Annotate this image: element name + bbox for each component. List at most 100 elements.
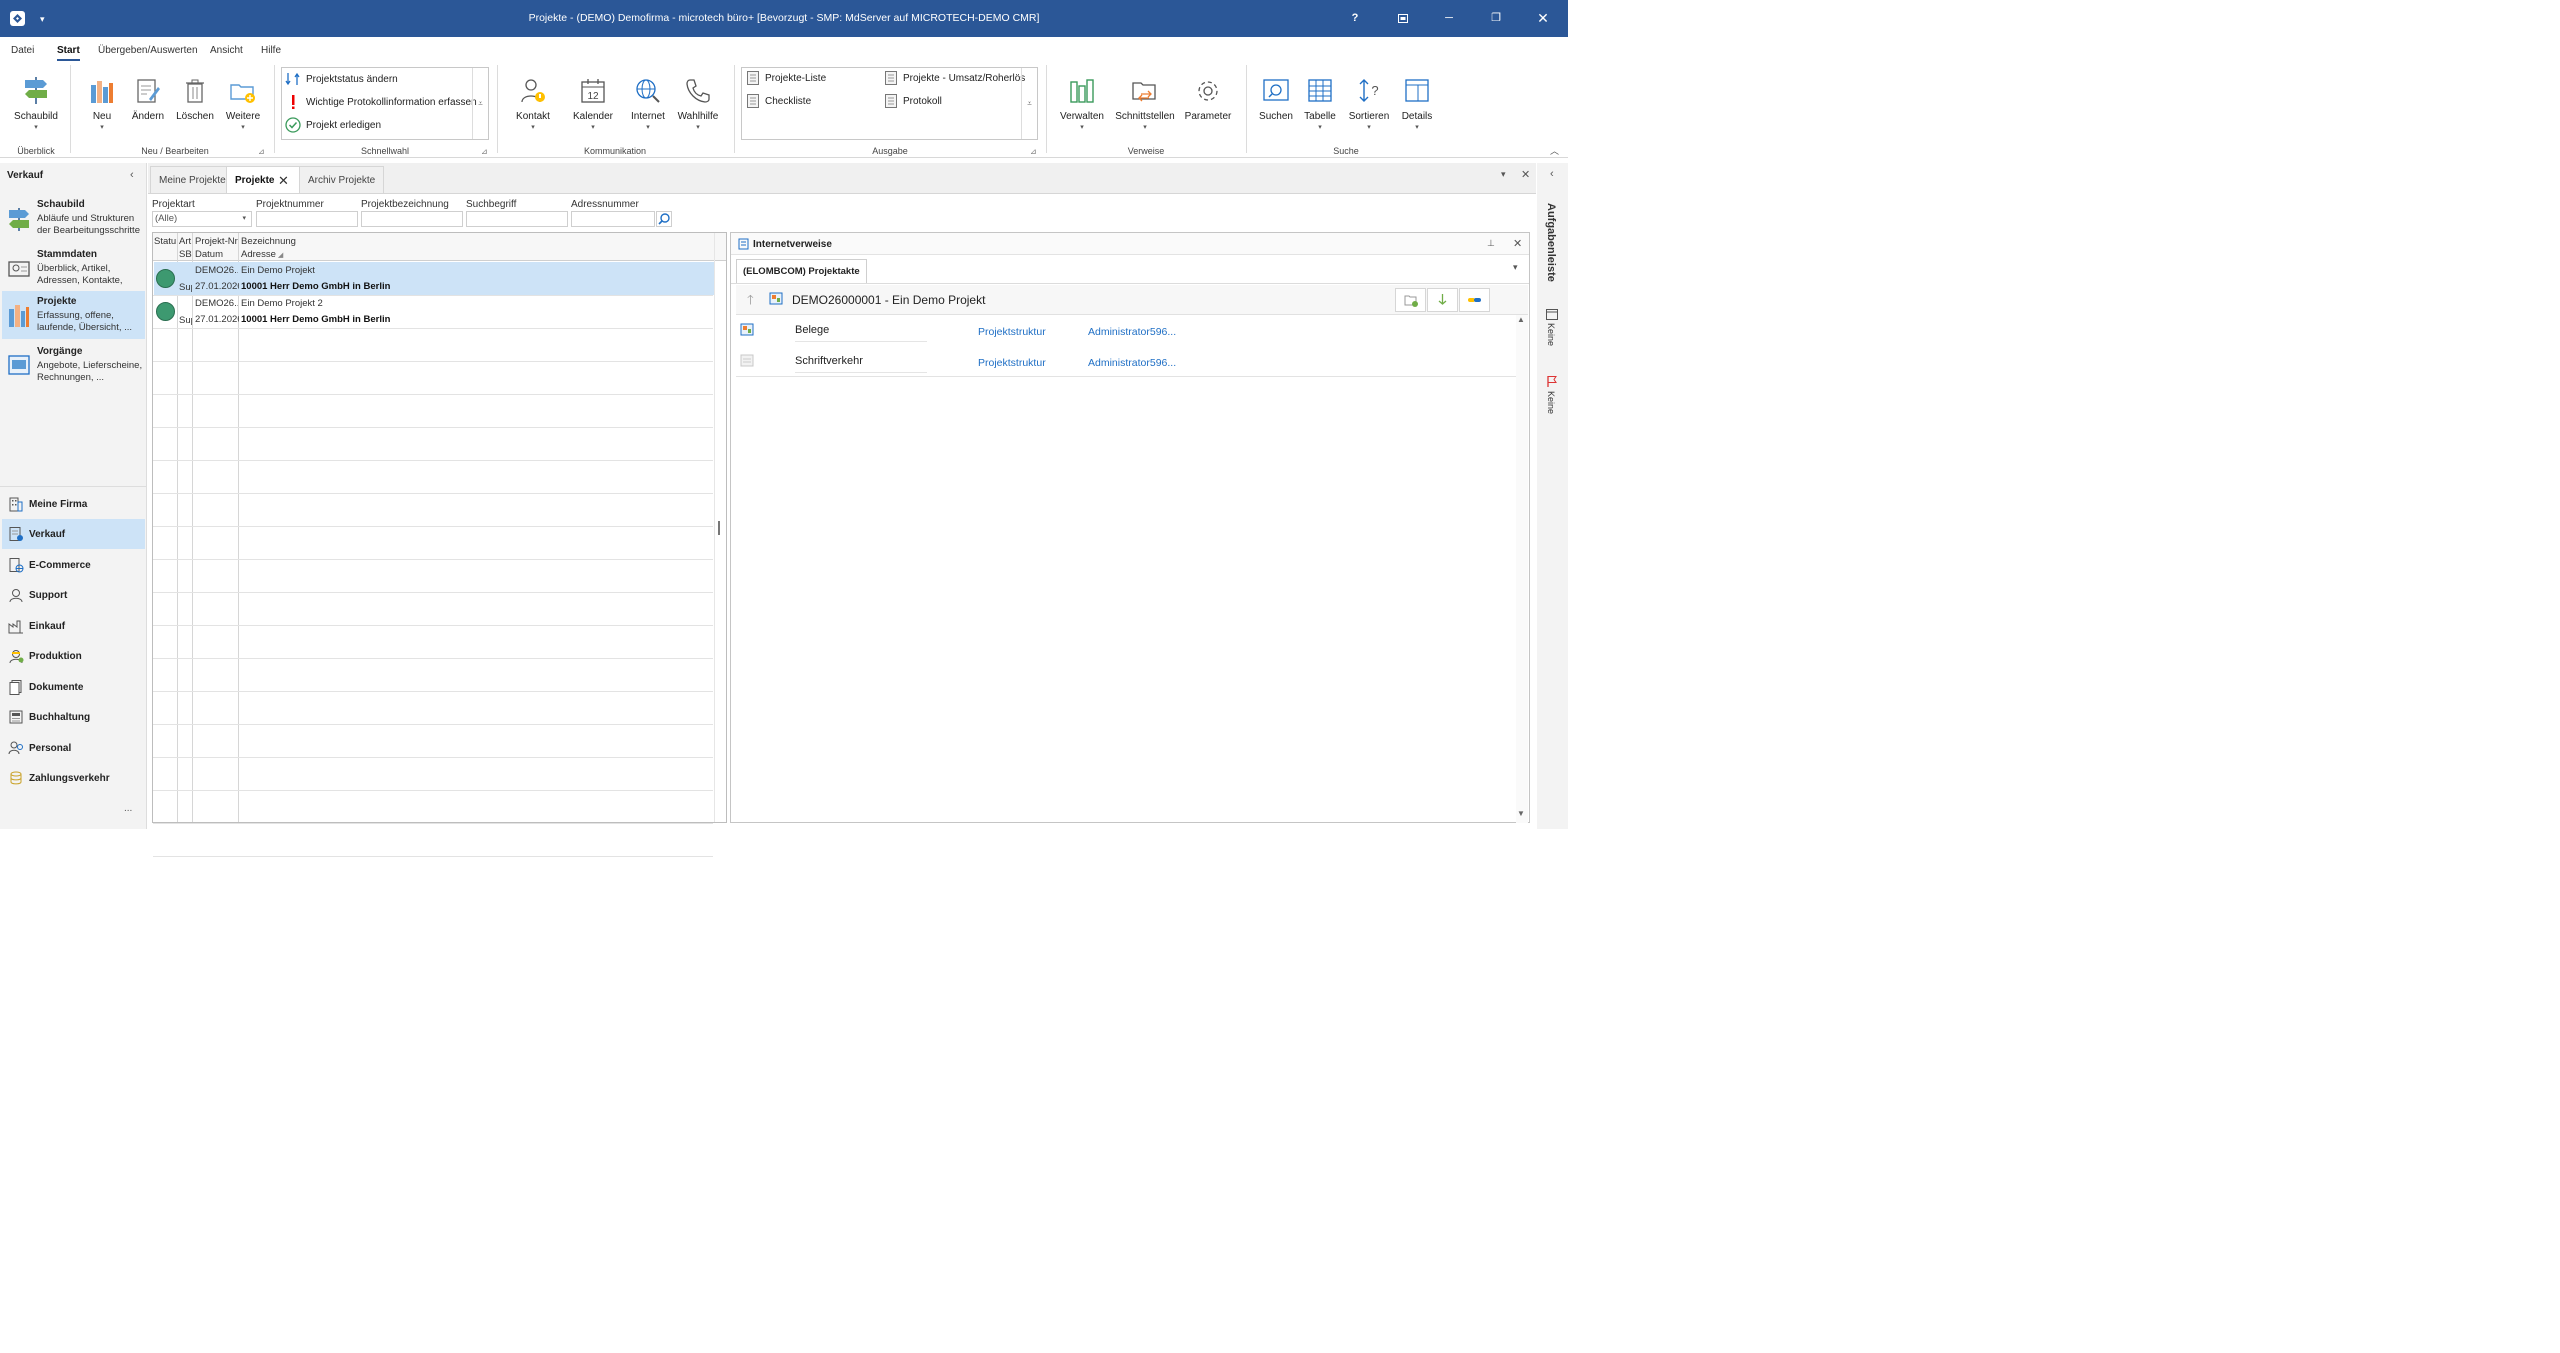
close-panel-icon[interactable]: ✕	[1513, 237, 1522, 250]
menu-uebergeben-auswerten[interactable]: Übergeben/Auswerten	[98, 37, 198, 61]
protokoll-item[interactable]: Protokoll	[884, 93, 942, 109]
col-status[interactable]: Status	[154, 235, 176, 248]
parameter-button[interactable]: Parameter	[1184, 77, 1232, 122]
schriftverkehr-label[interactable]: Schriftverkehr	[795, 355, 863, 367]
nav-item-schaubild[interactable]: Schaubild Abläufe und Strukturen der Bea…	[2, 194, 145, 242]
col-bezeichnung[interactable]: Bezeichnung	[241, 235, 296, 248]
belege-label[interactable]: Belege	[795, 324, 829, 336]
up-arrow-icon[interactable]: 🡑	[747, 291, 754, 313]
help-button[interactable]: ?	[1332, 0, 1378, 37]
sort-icon: ?	[1359, 79, 1379, 102]
collapse-ribbon-icon[interactable]: ︿	[1550, 144, 1559, 157]
ausgabe-more-icon[interactable]: ⩡	[1021, 68, 1037, 139]
tab-projekte[interactable]: Projekte ✕	[226, 166, 304, 194]
module-dokumente[interactable]: Dokumente	[2, 672, 145, 702]
aufgabenleiste-label[interactable]: Aufgabenleiste	[1545, 203, 1557, 282]
minimize-button[interactable]: ─	[1426, 0, 1472, 37]
module-produktion[interactable]: Produktion	[2, 641, 145, 671]
neu-button[interactable]: Neu ▾	[84, 77, 120, 131]
link-button[interactable]	[1459, 288, 1490, 312]
restore-button[interactable]: ❐	[1473, 0, 1519, 37]
tab-meine-projekte[interactable]: Meine Projekte	[150, 166, 235, 193]
internet-button[interactable]: Internet ▾	[628, 77, 668, 131]
scroll-up-icon[interactable]: ▲	[1517, 315, 1525, 324]
projekte-liste-item[interactable]: Projekte-Liste	[746, 70, 826, 86]
schriftverkehr-administrator-link[interactable]: Administrator596...	[1088, 357, 1176, 369]
keine-label-2[interactable]: Keine	[1546, 391, 1556, 414]
tabelle-button[interactable]: Tabelle ▾	[1300, 77, 1340, 131]
exclamation-icon	[292, 95, 295, 109]
ausgabe-launcher-icon[interactable]: ⊿	[1030, 147, 1037, 156]
module-personal[interactable]: Personal	[2, 733, 145, 763]
panel-tab-dropdown-icon[interactable]: ▾	[1513, 262, 1518, 273]
schriftverkehr-projektstruktur-link[interactable]: Projektstruktur	[978, 357, 1046, 369]
module-buchhaltung[interactable]: Buchhaltung	[2, 702, 145, 732]
tab-archiv-projekte[interactable]: Archiv Projekte	[299, 166, 385, 193]
adressnummer-input[interactable]	[571, 211, 655, 227]
suchbegriff-input[interactable]	[466, 211, 568, 227]
add-folder-button[interactable]	[1395, 288, 1426, 312]
download-button[interactable]	[1427, 288, 1458, 312]
col-sb[interactable]: SB	[179, 248, 192, 261]
col-datum[interactable]: Datum	[195, 248, 223, 261]
tabs-dropdown-icon[interactable]: ▾	[1501, 169, 1506, 180]
col-art[interactable]: Art	[179, 235, 191, 248]
weitere-button[interactable]: Weitere ▾	[224, 77, 262, 131]
sortieren-button[interactable]: ? Sortieren ▾	[1346, 77, 1392, 131]
projektnummer-input[interactable]	[256, 211, 358, 227]
search-icon[interactable]	[656, 211, 672, 227]
details-button[interactable]: Details ▾	[1398, 77, 1436, 131]
panel-tab[interactable]: (ELOMBCOM) Projektakte	[736, 259, 867, 283]
belege-projektstruktur-link[interactable]: Projektstruktur	[978, 326, 1046, 338]
col-projekt-nr[interactable]: Projekt-Nr	[195, 235, 238, 248]
ribbon-display-icon[interactable]	[1380, 0, 1426, 37]
contact-person-icon	[521, 79, 545, 103]
projektart-select[interactable]: (Alle) ▾	[152, 211, 252, 227]
col-adresse[interactable]: Adresse ◢	[241, 248, 283, 262]
module-meine-firma[interactable]: Meine Firma	[2, 489, 145, 519]
menu-start[interactable]: Start	[57, 37, 80, 61]
group-launcher-icon[interactable]: ⊿	[258, 147, 265, 156]
kontakt-button[interactable]: Kontakt ▾	[512, 77, 554, 131]
sidebar-expand-icon[interactable]: ‹	[1550, 168, 1554, 180]
menu-hilfe[interactable]: Hilfe	[261, 37, 281, 61]
nav-more-button[interactable]: ...	[124, 803, 132, 814]
status-indicator	[156, 269, 175, 288]
aendern-button[interactable]: Ändern	[128, 77, 168, 122]
nav-item-stammdaten[interactable]: Stammdaten Überblick, Artikel, Adressen,…	[2, 244, 145, 292]
schaubild-button[interactable]: Schaubild ▾	[10, 75, 62, 131]
nav-item-projekte[interactable]: Projekte Erfassung, offene, laufende, Üb…	[2, 291, 145, 339]
verwalten-button[interactable]: Verwalten ▾	[1058, 77, 1106, 131]
nav-item-vorgaenge[interactable]: Vorgänge Angebote, Lieferscheine, Rechnu…	[2, 341, 145, 389]
splitter-handle[interactable]	[718, 521, 720, 535]
close-window-button[interactable]: ✕	[1520, 0, 1566, 37]
close-tab-icon[interactable]: ✕	[278, 167, 289, 194]
projekte-umsatz-item[interactable]: Projekte - Umsatz/Roherlös	[884, 70, 1025, 86]
module-zahlungsverkehr[interactable]: Zahlungsverkehr	[2, 763, 145, 793]
close-document-icon[interactable]: ✕	[1521, 168, 1530, 181]
schnellwahl-more-icon[interactable]: ⩡	[472, 68, 488, 139]
suchen-button[interactable]: Suchen	[1256, 77, 1296, 122]
kalender-button[interactable]: 12 Kalender ▾	[570, 77, 616, 131]
checkliste-item[interactable]: Checkliste	[746, 93, 811, 109]
loeschen-button[interactable]: Löschen	[176, 77, 214, 122]
scroll-down-icon[interactable]: ▼	[1517, 809, 1525, 818]
keine-label-1[interactable]: Keine	[1546, 323, 1556, 346]
pin-icon[interactable]: ⊥	[1487, 238, 1495, 249]
protokoll-erfassen-item[interactable]: Wichtige Protokollinformation erfassen	[285, 94, 477, 110]
projektstatus-aendern-item[interactable]: Projektstatus ändern	[285, 71, 398, 87]
menu-ansicht[interactable]: Ansicht	[210, 37, 243, 61]
module-support[interactable]: Support	[2, 580, 145, 610]
nav-collapse-icon[interactable]: ‹	[130, 169, 134, 181]
wahlhilfe-button[interactable]: Wahlhilfe ▾	[676, 77, 720, 131]
belege-administrator-link[interactable]: Administrator596...	[1088, 326, 1176, 338]
projektbezeichnung-input[interactable]	[361, 211, 463, 227]
module-verkauf[interactable]: Verkauf	[2, 519, 145, 549]
module-e-commerce[interactable]: E-Commerce	[2, 550, 145, 580]
projekt-erledigen-item[interactable]: Projekt erledigen	[285, 117, 381, 133]
menu-datei[interactable]: Datei	[11, 37, 34, 61]
scrollbar[interactable]: ▲ ▼	[1516, 315, 1528, 823]
module-einkauf[interactable]: Einkauf	[2, 611, 145, 641]
schnellwahl-launcher-icon[interactable]: ⊿	[481, 147, 488, 156]
schnittstellen-button[interactable]: Schnittstellen ▾	[1114, 77, 1176, 131]
